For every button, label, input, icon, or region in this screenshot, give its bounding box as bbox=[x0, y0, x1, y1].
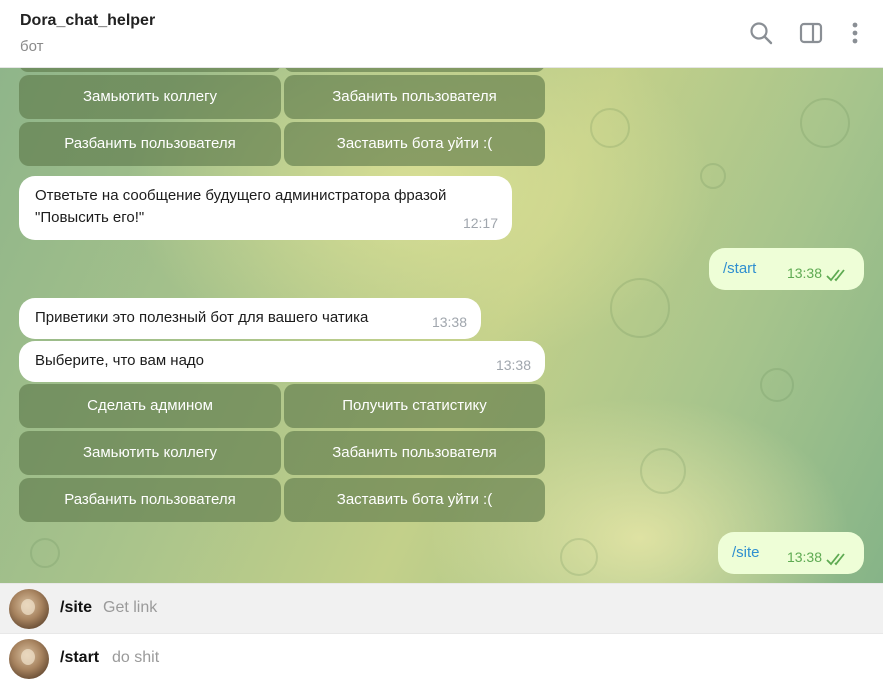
bot-avatar bbox=[9, 589, 49, 629]
background-doodle bbox=[800, 98, 850, 148]
get-statistics-button[interactable]: Получить статистику bbox=[284, 384, 545, 428]
message-time: 13:38 bbox=[495, 357, 531, 373]
read-ticks-icon bbox=[826, 269, 845, 282]
chat-header: Dora_chat_helper бот bbox=[0, 0, 883, 68]
command-suggestion-site[interactable]: /site Get link bbox=[0, 583, 883, 633]
command-suggestion-start[interactable]: /start do shit bbox=[0, 633, 883, 683]
background-doodle bbox=[30, 538, 60, 568]
message-text: /site bbox=[732, 544, 760, 561]
background-doodle bbox=[590, 108, 630, 148]
message-incoming[interactable]: Ответьте на сообщение будущего администр… bbox=[19, 176, 512, 240]
keyboard-button-partial[interactable] bbox=[19, 68, 281, 72]
message-text: /start bbox=[723, 260, 757, 277]
unban-user-button[interactable]: Разбанить пользователя bbox=[19, 122, 281, 166]
message-time: 13:38 bbox=[786, 549, 822, 565]
ban-user-button[interactable]: Забанить пользователя bbox=[284, 431, 545, 475]
message-time: 13:38 bbox=[431, 314, 467, 330]
message-text: Ответьте на сообщение будущего администр… bbox=[35, 187, 447, 226]
mute-colleague-button[interactable]: Замьютить коллегу bbox=[19, 75, 281, 119]
message-outgoing[interactable]: /site 13:38 bbox=[718, 532, 864, 574]
command-description: do shit bbox=[112, 649, 160, 666]
sidebar-toggle-icon[interactable] bbox=[798, 20, 824, 46]
read-ticks-icon bbox=[826, 553, 845, 566]
background-doodle bbox=[760, 368, 794, 402]
command-description: Get link bbox=[103, 599, 158, 616]
message-outgoing[interactable]: /start 13:38 bbox=[709, 248, 864, 290]
command-name: /start bbox=[60, 649, 100, 666]
background-doodle bbox=[700, 163, 726, 189]
message-incoming[interactable]: Приветики это полезный бот для вашего ча… bbox=[19, 298, 481, 339]
background-doodle bbox=[560, 538, 598, 576]
message-text: Приветики это полезный бот для вашего ча… bbox=[35, 309, 369, 326]
more-vertical-icon[interactable] bbox=[842, 20, 868, 46]
message-incoming[interactable]: Выберите, что вам надо 13:38 bbox=[19, 341, 545, 382]
message-time: 13:38 bbox=[786, 265, 822, 281]
background-doodle bbox=[610, 278, 670, 338]
chat-title[interactable]: Dora_chat_helper bbox=[20, 12, 155, 30]
message-text: Выберите, что вам надо bbox=[35, 352, 205, 369]
kick-bot-button[interactable]: Заставить бота уйти :( bbox=[284, 478, 545, 522]
make-admin-button[interactable]: Сделать админом bbox=[19, 384, 281, 428]
ban-user-button[interactable]: Забанить пользователя bbox=[284, 75, 545, 119]
background-doodle bbox=[640, 448, 686, 494]
search-icon[interactable] bbox=[748, 20, 774, 46]
chat-status: бот bbox=[20, 38, 44, 55]
chat-messages-area[interactable]: Замьютить коллегу Забанить пользователя … bbox=[0, 68, 883, 583]
bot-avatar bbox=[9, 639, 49, 679]
message-time: 12:17 bbox=[462, 215, 498, 231]
command-name: /site bbox=[60, 599, 93, 616]
unban-user-button[interactable]: Разбанить пользователя bbox=[19, 478, 281, 522]
keyboard-button-partial[interactable] bbox=[284, 68, 545, 72]
kick-bot-button[interactable]: Заставить бота уйти :( bbox=[284, 122, 545, 166]
mute-colleague-button[interactable]: Замьютить коллегу bbox=[19, 431, 281, 475]
